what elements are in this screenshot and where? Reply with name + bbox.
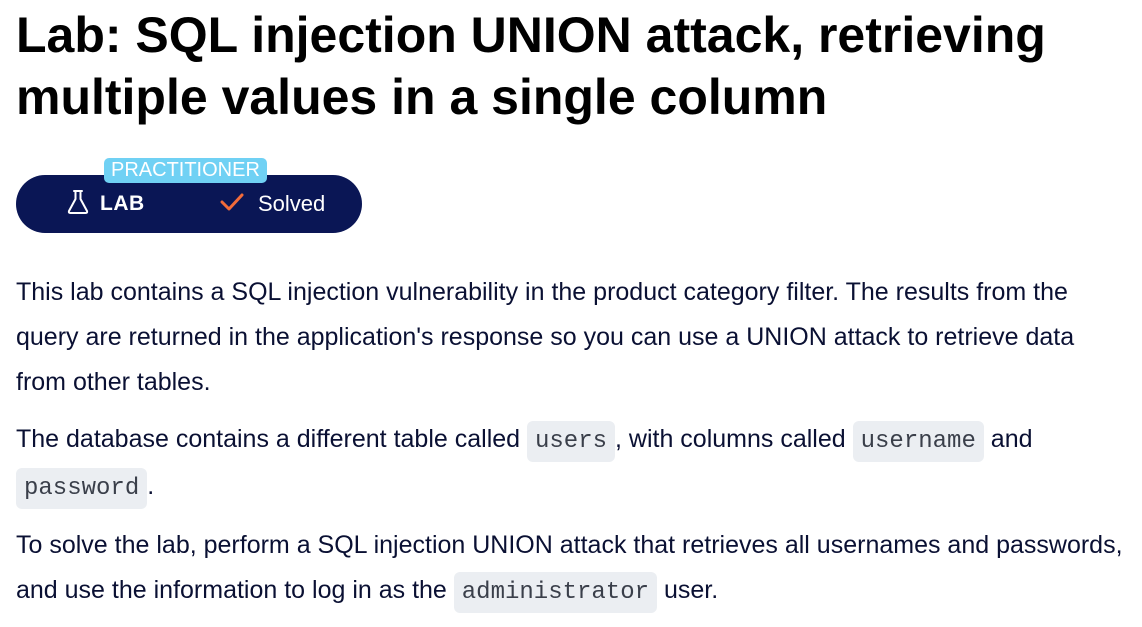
level-tag: PRACTITIONER bbox=[104, 158, 267, 183]
code-administrator: administrator bbox=[453, 572, 658, 613]
flask-icon bbox=[66, 189, 90, 220]
description-paragraph-1: This lab contains a SQL injection vulner… bbox=[16, 278, 1075, 396]
lab-type: LAB bbox=[66, 175, 145, 233]
text-fragment: and bbox=[983, 425, 1033, 453]
check-icon bbox=[220, 192, 244, 217]
lab-description: This lab contains a SQL injection vulner… bbox=[16, 270, 1126, 627]
text-fragment: , with columns called bbox=[615, 425, 853, 453]
code-password: password bbox=[16, 468, 148, 509]
lab-badge: PRACTITIONER LAB Solved bbox=[16, 158, 364, 234]
description-paragraph-2: The database contains a different table … bbox=[16, 417, 1126, 511]
text-fragment: user. bbox=[657, 576, 719, 604]
lab-status: Solved bbox=[220, 175, 325, 233]
lab-page: Lab: SQL injection UNION attack, retriev… bbox=[16, 0, 1126, 613]
code-username: username bbox=[852, 421, 984, 462]
lab-type-label: LAB bbox=[100, 192, 145, 215]
text-fragment: The database contains a different table … bbox=[16, 425, 527, 453]
lab-status-pill: LAB Solved bbox=[16, 175, 362, 233]
text-fragment: . bbox=[147, 472, 155, 500]
status-label: Solved bbox=[258, 191, 326, 216]
page-title: Lab: SQL injection UNION attack, retriev… bbox=[16, 7, 1046, 125]
code-users: users bbox=[527, 421, 616, 462]
description-paragraph-3: To solve the lab, perform a SQL injectio… bbox=[16, 523, 1126, 615]
